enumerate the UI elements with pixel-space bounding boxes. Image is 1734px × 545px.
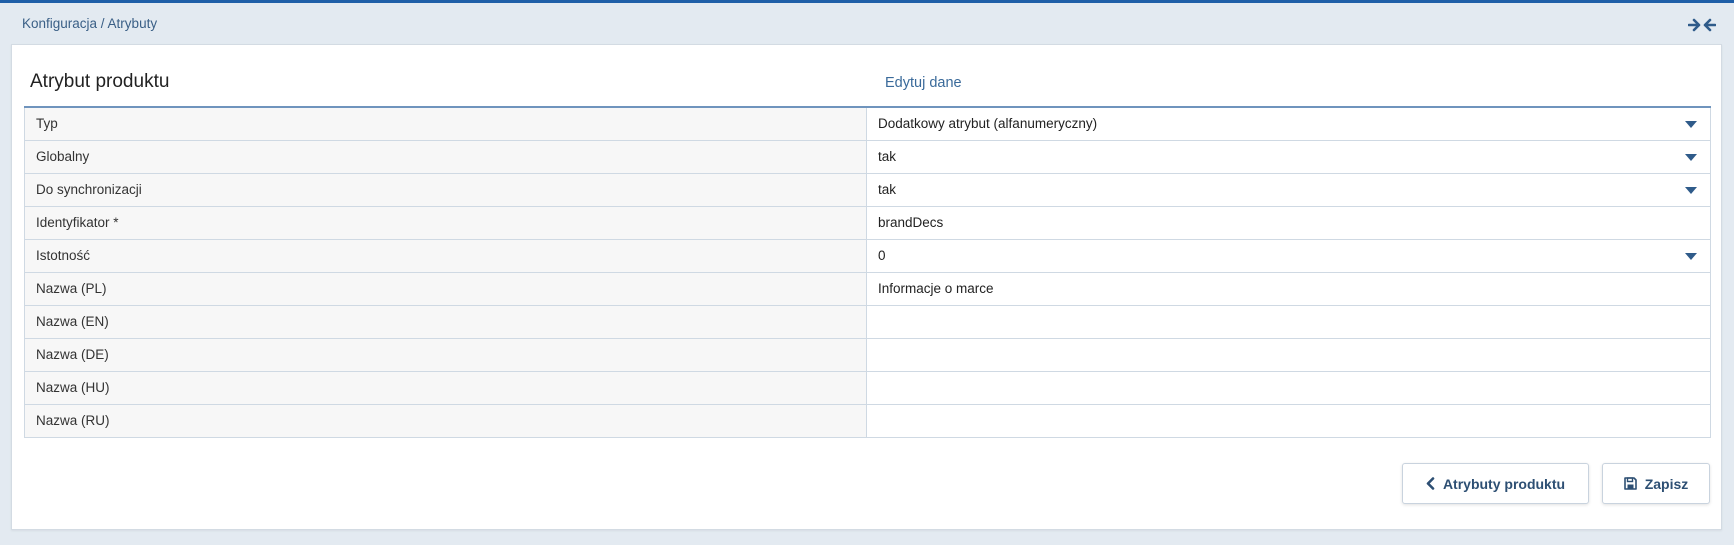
- table-row: Typ Dodatkowy atrybut (alfanumeryczny): [24, 106, 1711, 141]
- field-label-name-pl: Nazwa (PL): [24, 271, 867, 306]
- table-row: Nazwa (RU): [24, 403, 1711, 438]
- field-label-global: Globalny: [24, 139, 867, 174]
- sync-select-value: tak: [878, 182, 897, 197]
- field-label-name-de: Nazwa (DE): [24, 337, 867, 372]
- name-pl-input-value: Informacje o marce: [878, 281, 994, 296]
- type-select[interactable]: Dodatkowy atrybut (alfanumeryczny): [866, 106, 1711, 141]
- attribute-form-table: Typ Dodatkowy atrybut (alfanumeryczny) G…: [24, 106, 1711, 438]
- back-button-label: Atrybuty produktu: [1442, 475, 1566, 492]
- table-row: Nazwa (PL) Informacje o marce: [24, 271, 1711, 306]
- save-button[interactable]: Zapisz: [1602, 463, 1710, 504]
- caret-down-icon: [1685, 153, 1697, 161]
- top-bar: Konfiguracja / Atrybuty: [0, 3, 1734, 43]
- name-ru-input[interactable]: [866, 403, 1711, 438]
- identifier-input-value: brandDecs: [878, 215, 944, 230]
- importance-select[interactable]: 0: [866, 238, 1711, 273]
- name-pl-input[interactable]: Informacje o marce: [866, 271, 1711, 306]
- table-row: Nazwa (DE): [24, 337, 1711, 372]
- panel-title: Atrybut produktu: [30, 71, 170, 92]
- floppy-disk-icon: [1623, 477, 1637, 490]
- save-button-label: Zapisz: [1644, 475, 1689, 492]
- global-select[interactable]: tak: [866, 139, 1711, 174]
- name-hu-input[interactable]: [866, 370, 1711, 405]
- table-row: Globalny tak: [24, 139, 1711, 174]
- table-row: Nazwa (HU): [24, 370, 1711, 405]
- name-de-input[interactable]: [866, 337, 1711, 372]
- caret-down-icon: [1685, 121, 1697, 128]
- field-label-name-ru: Nazwa (RU): [24, 403, 867, 438]
- type-select-value: Dodatkowy atrybut (alfanumeryczny): [878, 116, 1098, 132]
- panel-header: Atrybut produktu Edytuj dane: [24, 71, 1711, 101]
- panel-subtitle: Edytuj dane: [885, 75, 962, 91]
- name-en-input[interactable]: [866, 304, 1711, 339]
- caret-down-icon: [1685, 186, 1697, 194]
- identifier-input[interactable]: brandDecs: [866, 205, 1711, 240]
- sync-select[interactable]: tak: [866, 172, 1711, 207]
- back-to-attributes-button[interactable]: Atrybuty produktu: [1402, 463, 1589, 504]
- global-select-value: tak: [878, 149, 897, 164]
- table-row: Identyfikator * brandDecs: [24, 205, 1711, 240]
- attribute-panel: Atrybut produktu Edytuj dane Typ Dodatko…: [11, 44, 1722, 530]
- collapse-arrows-icon[interactable]: [1687, 15, 1717, 35]
- field-label-sync: Do synchronizacji: [24, 172, 867, 207]
- field-label-name-hu: Nazwa (HU): [24, 370, 867, 405]
- chevron-left-icon: [1426, 477, 1435, 490]
- table-row: Do synchronizacji tak: [24, 172, 1711, 207]
- breadcrumb[interactable]: Konfiguracja / Atrybuty: [22, 16, 157, 31]
- field-label-type: Typ: [24, 106, 867, 141]
- importance-select-value: 0: [878, 248, 886, 263]
- table-row: Nazwa (EN): [24, 304, 1711, 339]
- field-label-identifier: Identyfikator *: [24, 205, 867, 240]
- field-label-importance: Istotność: [24, 238, 867, 273]
- table-row: Istotność 0: [24, 238, 1711, 273]
- caret-down-icon: [1685, 252, 1697, 260]
- field-label-name-en: Nazwa (EN): [24, 304, 867, 339]
